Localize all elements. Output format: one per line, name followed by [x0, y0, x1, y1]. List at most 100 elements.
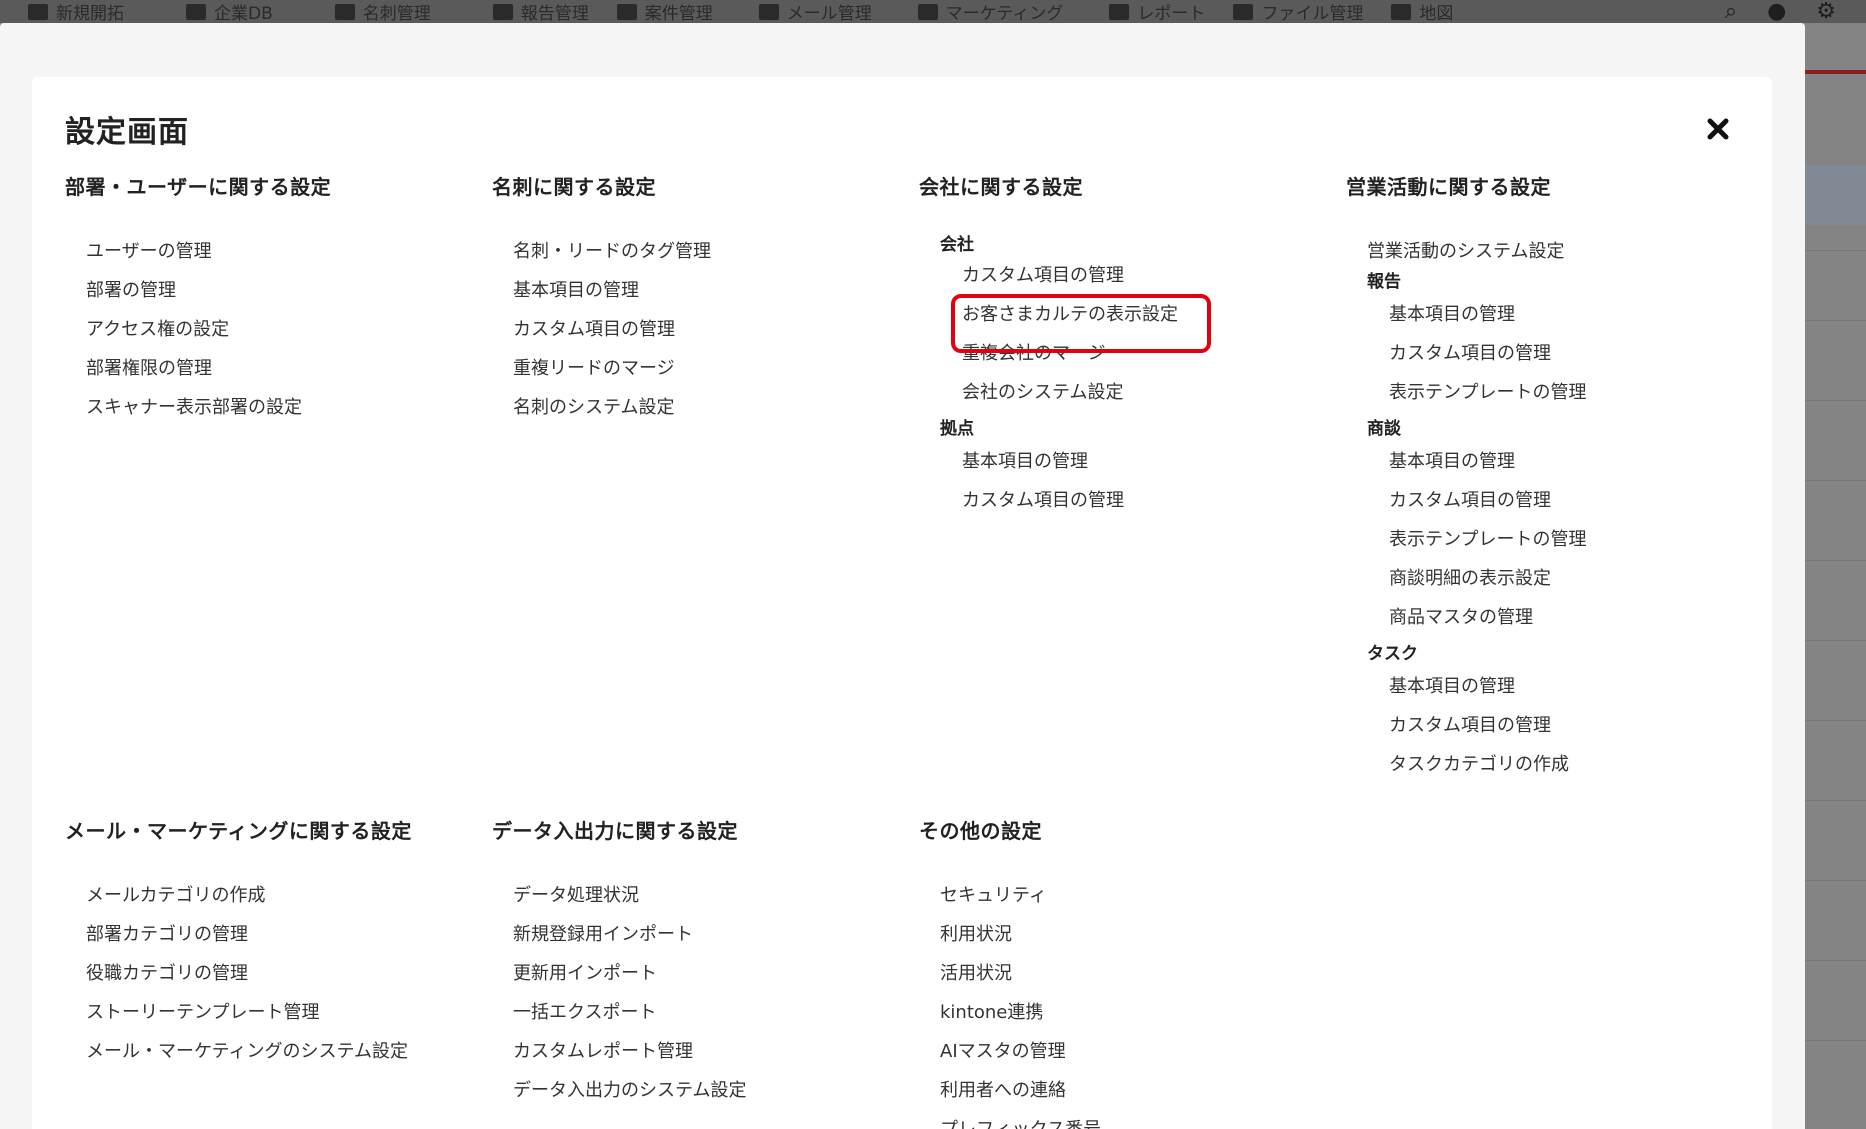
link-prefix-number[interactable]: プレフィックス番号: [919, 1110, 1101, 1129]
bell-icon[interactable]: ●: [1767, 0, 1786, 23]
deal-icon: [616, 3, 637, 20]
section-items: 営業活動のシステム設定 報告 基本項目の管理 カスタム項目の管理 表示テンプレー…: [1346, 232, 1586, 784]
link-data-processing-status[interactable]: データ処理状況: [492, 876, 746, 915]
link-report-basic-fields[interactable]: 基本項目の管理: [1346, 295, 1586, 334]
link-scanner-dept-settings[interactable]: スキャナー表示部署の設定: [65, 388, 331, 427]
nav-label: 名刺管理: [362, 4, 431, 23]
link-report-templates[interactable]: 表示テンプレートの管理: [1346, 373, 1586, 412]
link-user-management[interactable]: ユーザーの管理: [65, 232, 331, 271]
link-usage-status[interactable]: 利用状況: [919, 915, 1101, 954]
nav-item-meishi[interactable]: 名刺管理: [334, 0, 431, 23]
link-task-category-create[interactable]: タスクカテゴリの作成: [1346, 745, 1586, 784]
section-items: メールカテゴリの作成 部署カテゴリの管理 役職カテゴリの管理 ストーリーテンプレ…: [65, 876, 412, 1071]
link-branch-custom-fields[interactable]: カスタム項目の管理: [919, 481, 1178, 520]
link-deal-detail-display[interactable]: 商談明細の表示設定: [1346, 559, 1586, 598]
link-contact-users[interactable]: 利用者への連絡: [919, 1071, 1101, 1110]
nav-item-marketing[interactable]: マーケティング: [917, 0, 1064, 23]
link-custom-report[interactable]: カスタムレポート管理: [492, 1032, 746, 1071]
nav-item-mail[interactable]: メール管理: [758, 0, 872, 23]
link-kintone-integration[interactable]: kintone連携: [919, 993, 1101, 1032]
search-icon[interactable]: ⌕: [1725, 0, 1737, 23]
dialog-title: 設定画面: [65, 115, 189, 150]
link-mail-category-create[interactable]: メールカテゴリの作成: [65, 876, 412, 915]
nav-label: 案件管理: [644, 4, 713, 23]
link-utilization-status[interactable]: 活用状況: [919, 954, 1101, 993]
link-story-templates[interactable]: ストーリーテンプレート管理: [65, 993, 412, 1032]
section-meishi: 名刺に関する設定 名刺・リードのタグ管理 基本項目の管理 カスタム項目の管理 重…: [492, 171, 711, 427]
report-icon: [492, 3, 513, 20]
nav-item-report[interactable]: レポート: [1109, 0, 1205, 23]
settings-dialog: 設定画面 部署・ユーザーに関する設定 ユーザーの管理 部署の管理 アクセス権の設…: [32, 77, 1772, 1129]
link-data-io-system-settings[interactable]: データ入出力のシステム設定: [492, 1071, 746, 1110]
background-row-divider: [1805, 480, 1866, 481]
nav-item-reports-mgmt[interactable]: 報告管理: [492, 0, 589, 23]
section-company: 会社に関する設定 会社 カスタム項目の管理 お客さまカルテの表示設定 重複会社の…: [919, 171, 1211, 520]
link-update-import[interactable]: 更新用インポート: [492, 954, 746, 993]
background-row-divider: [1805, 640, 1866, 641]
section-title: 会社に関する設定: [919, 175, 1083, 199]
link-customer-karte-display[interactable]: お客さまカルテの表示設定: [919, 294, 1211, 353]
background-selected-row: [1805, 165, 1866, 225]
link-merge-duplicate-leads[interactable]: 重複リードのマージ: [492, 349, 711, 388]
background-row-divider: [1805, 800, 1866, 801]
nav-item-map[interactable]: 地図: [1391, 0, 1453, 23]
section-items: 会社 カスタム項目の管理 お客さまカルテの表示設定 重複会社のマージ 会社のシス…: [919, 228, 1211, 520]
nav-label: メール管理: [786, 4, 872, 23]
link-mail-marketing-system-settings[interactable]: メール・マーケティングのシステム設定: [65, 1032, 412, 1071]
mail-icon: [758, 3, 779, 20]
link-meishi-system-settings[interactable]: 名刺のシステム設定: [492, 388, 711, 427]
link-custom-fields[interactable]: カスタム項目の管理: [492, 310, 711, 349]
link-deal-custom-fields[interactable]: カスタム項目の管理: [1346, 481, 1586, 520]
nav-label: 新規開拓: [56, 4, 124, 23]
nav-label: ファイル管理: [1261, 4, 1364, 23]
section-title: 名刺に関する設定: [492, 175, 656, 199]
link-tag-management[interactable]: 名刺・リードのタグ管理: [492, 232, 711, 271]
link-dept-category[interactable]: 部署カテゴリの管理: [65, 915, 412, 954]
background-row-divider: [1805, 880, 1866, 881]
link-branch-basic-fields[interactable]: 基本項目の管理: [919, 442, 1178, 481]
link-access-settings[interactable]: アクセス権の設定: [65, 310, 331, 349]
section-other: その他の設定 セキュリティ 利用状況 活用状況 kintone連携 AIマスタの…: [919, 815, 1101, 1129]
chart-icon: [1109, 3, 1130, 20]
link-new-import[interactable]: 新規登録用インポート: [492, 915, 746, 954]
nav-item-files[interactable]: ファイル管理: [1233, 0, 1363, 23]
nav-label: 地図: [1419, 4, 1454, 23]
close-button[interactable]: [1704, 115, 1732, 143]
group-label-task: タスク: [1367, 644, 1418, 664]
link-position-category[interactable]: 役職カテゴリの管理: [65, 954, 412, 993]
megaphone-icon: [917, 3, 938, 20]
link-dept-management[interactable]: 部署の管理: [65, 271, 331, 310]
flag-icon: [28, 3, 48, 20]
section-items: データ処理状況 新規登録用インポート 更新用インポート 一括エクスポート カスタ…: [492, 876, 746, 1110]
nav-label: マーケティング: [945, 4, 1064, 23]
background-row-divider: [1805, 1040, 1866, 1041]
link-bulk-export[interactable]: 一括エクスポート: [492, 993, 746, 1032]
link-report-custom-fields[interactable]: カスタム項目の管理: [1346, 334, 1586, 373]
link-deal-templates[interactable]: 表示テンプレートの管理: [1346, 520, 1586, 559]
card-icon: [334, 3, 355, 20]
background-accent-line: [1805, 70, 1866, 74]
link-task-custom-fields[interactable]: カスタム項目の管理: [1346, 706, 1586, 745]
section-items: セキュリティ 利用状況 活用状況 kintone連携 AIマスタの管理 利用者へ…: [919, 876, 1101, 1129]
link-task-basic-fields[interactable]: 基本項目の管理: [1346, 667, 1586, 706]
section-title: その他の設定: [919, 819, 1042, 843]
section-sales: 営業活動に関する設定 営業活動のシステム設定 報告 基本項目の管理 カスタム項目…: [1346, 171, 1586, 784]
nav-item-new-business[interactable]: 新規開拓: [28, 0, 124, 23]
nav-item-company-db[interactable]: 企業DB: [186, 0, 273, 23]
nav-label: 企業DB: [214, 4, 273, 23]
background-row-divider: [1805, 960, 1866, 961]
section-title: データ入出力に関する設定: [492, 819, 738, 843]
link-merge-duplicate-companies[interactable]: 重複会社のマージ: [919, 334, 1178, 373]
link-deal-basic-fields[interactable]: 基本項目の管理: [1346, 442, 1586, 481]
background-row-divider: [1805, 400, 1866, 401]
nav-item-deals[interactable]: 案件管理: [616, 0, 713, 23]
section-title: 営業活動に関する設定: [1346, 175, 1551, 199]
building-icon: [186, 3, 206, 20]
link-product-master[interactable]: 商品マスタの管理: [1346, 598, 1586, 637]
link-basic-fields[interactable]: 基本項目の管理: [492, 271, 711, 310]
link-ai-master[interactable]: AIマスタの管理: [919, 1032, 1101, 1071]
link-security[interactable]: セキュリティ: [919, 876, 1101, 915]
link-dept-permissions[interactable]: 部署権限の管理: [65, 349, 331, 388]
gear-icon[interactable]: ⚙: [1816, 0, 1836, 23]
link-company-system-settings[interactable]: 会社のシステム設定: [919, 373, 1178, 412]
